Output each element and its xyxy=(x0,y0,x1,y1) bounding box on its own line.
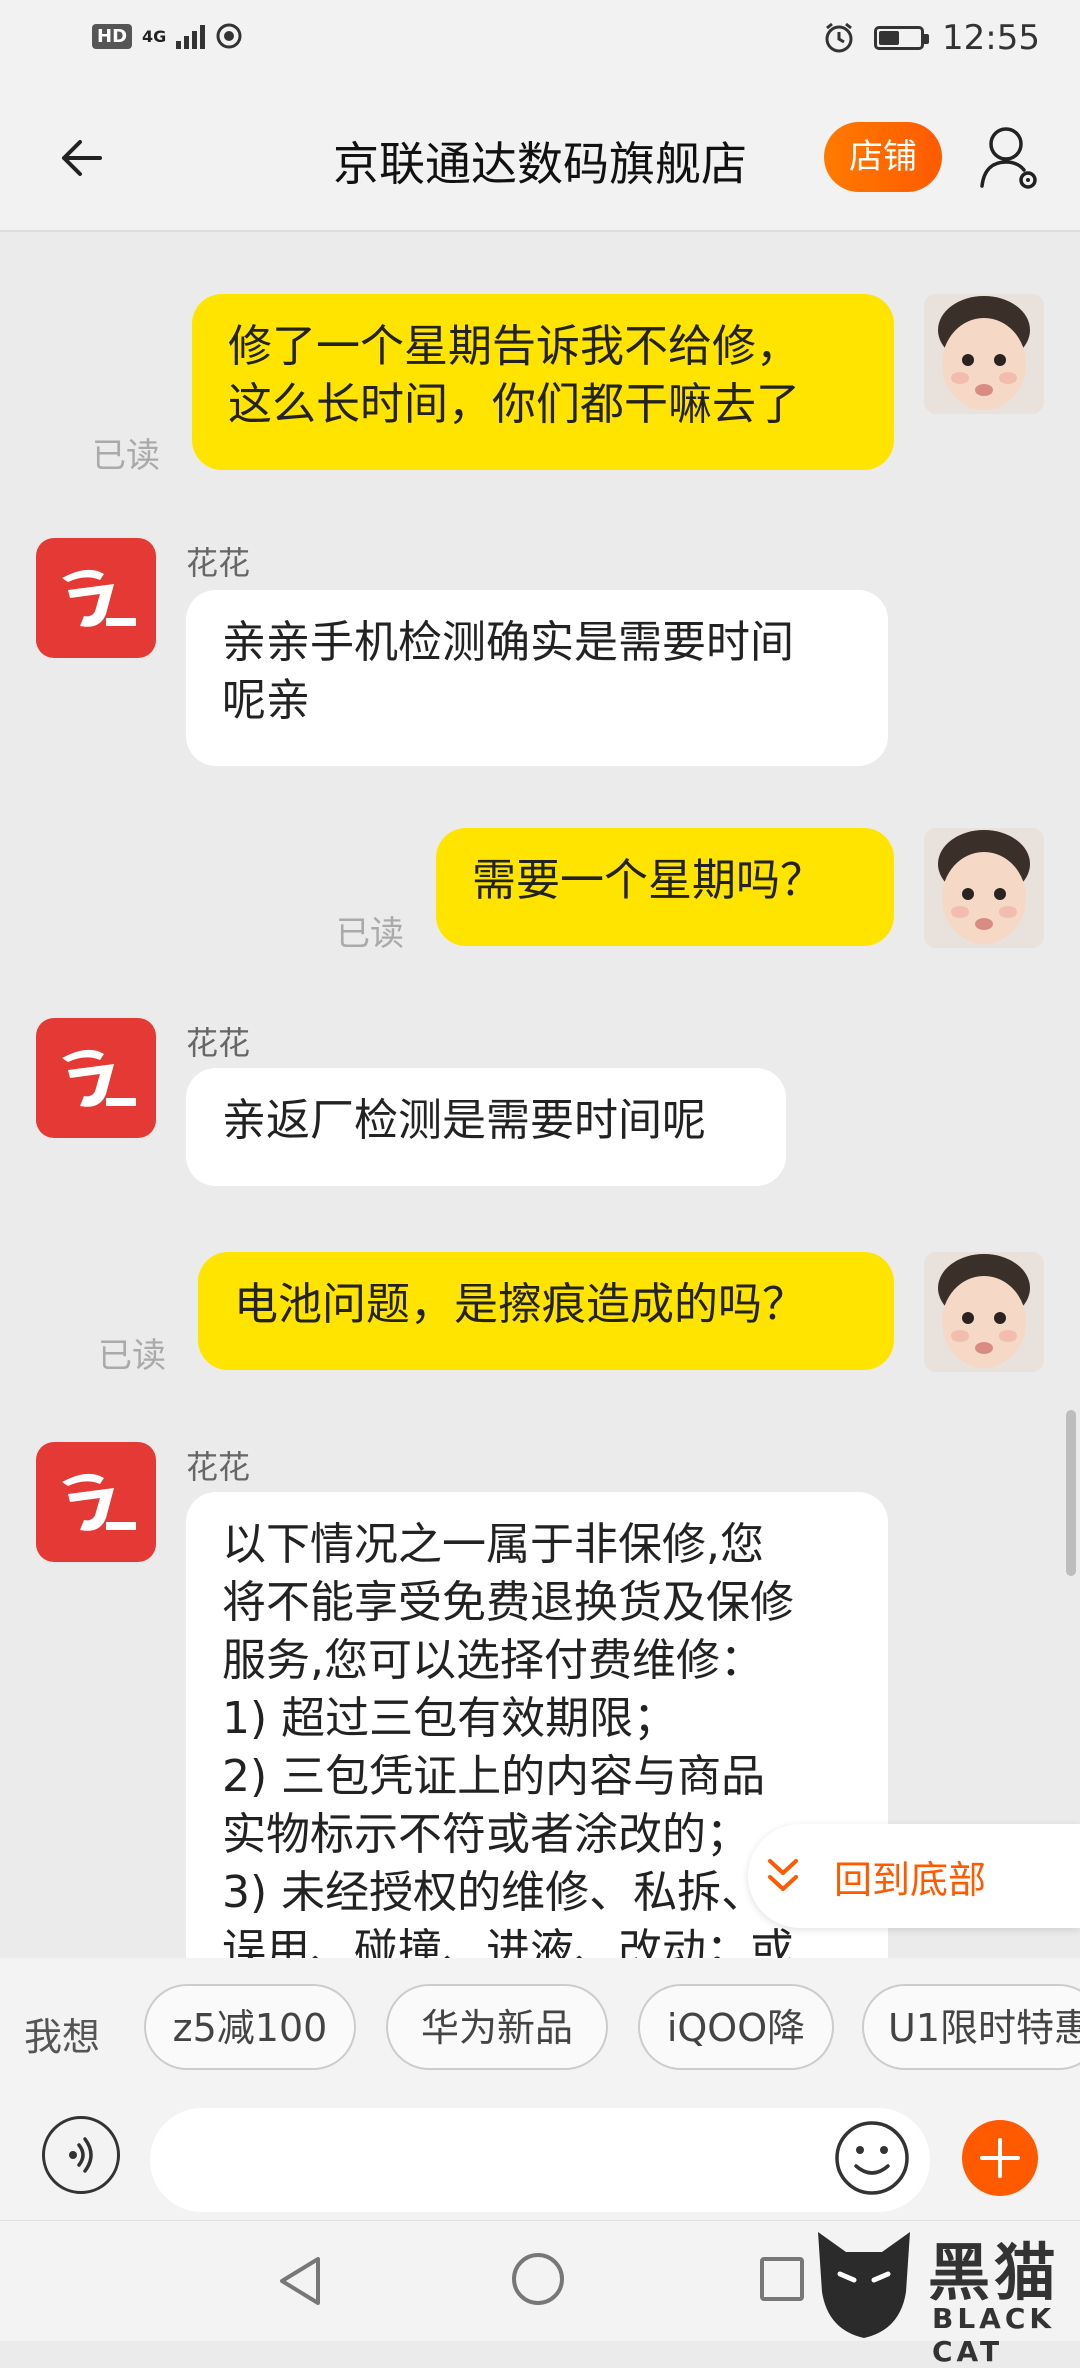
read-receipt: 已读 xyxy=(92,436,160,476)
shop-logo-icon xyxy=(62,1473,136,1531)
suggestion-chip[interactable]: 华为新品 xyxy=(386,1984,608,2070)
message-line: 呢亲 xyxy=(222,675,310,726)
nav-back-icon[interactable] xyxy=(274,2253,324,2309)
message-input[interactable] xyxy=(150,2108,930,2212)
shop-avatar[interactable] xyxy=(36,1018,156,1138)
message-bubble-received[interactable]: 亲亲手机检测确实是需要时间 呢亲 xyxy=(186,590,888,766)
sync-icon xyxy=(216,23,242,49)
more-actions-button[interactable] xyxy=(962,2120,1038,2196)
message-list[interactable]: 修了一个星期告诉我不给修， 这么长时间，你们都干嘛去了 已读 花花 亲亲手机检测… xyxy=(0,232,1080,1958)
message-line: 2) 三包凭证上的内容与商品 xyxy=(222,1751,766,1802)
shop-avatar[interactable] xyxy=(36,538,156,658)
message-bubble-sent[interactable]: 修了一个星期告诉我不给修， 这么长时间，你们都干嘛去了 xyxy=(192,294,894,470)
sender-name: 花花 xyxy=(186,544,251,582)
double-chevron-down-icon xyxy=(768,1859,798,1891)
scroll-to-bottom-label: 回到底部 xyxy=(834,1857,987,1902)
hd-badge: HD xyxy=(92,23,133,49)
shop-logo-icon xyxy=(62,569,136,627)
message-bubble-sent[interactable]: 电池问题，是擦痕造成的吗？ xyxy=(198,1252,894,1370)
message-line: 以下情况之一属于非保修,您 xyxy=(222,1519,764,1570)
user-avatar[interactable] xyxy=(924,294,1044,414)
sender-name: 花花 xyxy=(186,1448,251,1486)
message-line: 将不能享受免费退换货及保修 xyxy=(222,1577,794,1628)
message-line: 亲返厂检测是需要时间呢 xyxy=(222,1095,706,1146)
nav-home-icon[interactable] xyxy=(512,2253,564,2305)
status-bar: HD 4G 12:55 xyxy=(0,0,1080,86)
message-line: 1) 超过三包有效期限； xyxy=(222,1693,678,1744)
black-cat-logo-icon xyxy=(818,2232,910,2338)
read-receipt: 已读 xyxy=(336,914,404,954)
network-label: 4G xyxy=(142,26,167,46)
status-left: HD 4G xyxy=(92,22,243,50)
message-line: 修了一个星期告诉我不给修， xyxy=(228,321,800,372)
chat-header: 京联通达数码旗舰店 店铺 xyxy=(0,86,1080,232)
scroll-to-bottom-button[interactable]: 回到底部 xyxy=(748,1824,1080,1928)
suggestions-lead: 我想 xyxy=(24,2015,101,2059)
quick-suggestions-bar: 我想 z5减100 华为新品 iQOO降 U1限时特惠 xyxy=(0,1958,1080,2098)
status-right: 12:55 xyxy=(822,18,1040,58)
plus-icon xyxy=(980,2138,1020,2178)
status-time: 12:55 xyxy=(942,18,1040,58)
shop-logo-icon xyxy=(62,1049,136,1107)
alarm-icon xyxy=(825,22,853,53)
store-button[interactable]: 店铺 xyxy=(824,122,942,192)
emoji-icon[interactable] xyxy=(832,2118,912,2198)
message-line: 亲亲手机检测确实是需要时间 xyxy=(222,617,794,668)
message-bubble-sent[interactable]: 需要一个星期吗？ xyxy=(436,828,894,946)
voice-button[interactable] xyxy=(42,2116,120,2194)
suggestion-chip[interactable]: iQOO降 xyxy=(638,1984,834,2070)
user-settings-icon[interactable] xyxy=(978,122,1042,194)
message-line: 服务,您可以选择付费维修： xyxy=(222,1635,764,1686)
suggestion-chip[interactable]: U1限时特惠 xyxy=(862,1984,1080,2070)
shop-avatar[interactable] xyxy=(36,1442,156,1562)
watermark-text: 黑猫 xyxy=(928,2236,1061,2309)
user-avatar[interactable] xyxy=(924,828,1044,948)
watermark-subtext: BLACK CAT xyxy=(932,2302,1056,2368)
message-line: 误用、碰撞、进液、改动；或 xyxy=(222,1925,794,1958)
message-line: 电池问题，是擦痕造成的吗？ xyxy=(234,1279,806,1330)
message-bubble-received[interactable]: 亲返厂检测是需要时间呢 xyxy=(186,1068,786,1186)
sender-name: 花花 xyxy=(186,1024,251,1062)
voice-icon xyxy=(69,2137,93,2173)
read-receipt: 已读 xyxy=(98,1336,166,1376)
battery-icon xyxy=(874,26,930,50)
message-line: 需要一个星期吗？ xyxy=(472,855,824,906)
message-line: 这么长时间，你们都干嘛去了 xyxy=(228,379,800,430)
signal-icon xyxy=(176,23,206,49)
scrollbar[interactable] xyxy=(1066,1410,1076,1576)
suggestion-chip[interactable]: z5减100 xyxy=(144,1984,356,2070)
nav-recent-icon[interactable] xyxy=(760,2257,804,2301)
watermark: 黑猫 BLACK CAT xyxy=(810,2222,1080,2368)
input-bar xyxy=(0,2098,1080,2220)
user-avatar[interactable] xyxy=(924,1252,1044,1372)
